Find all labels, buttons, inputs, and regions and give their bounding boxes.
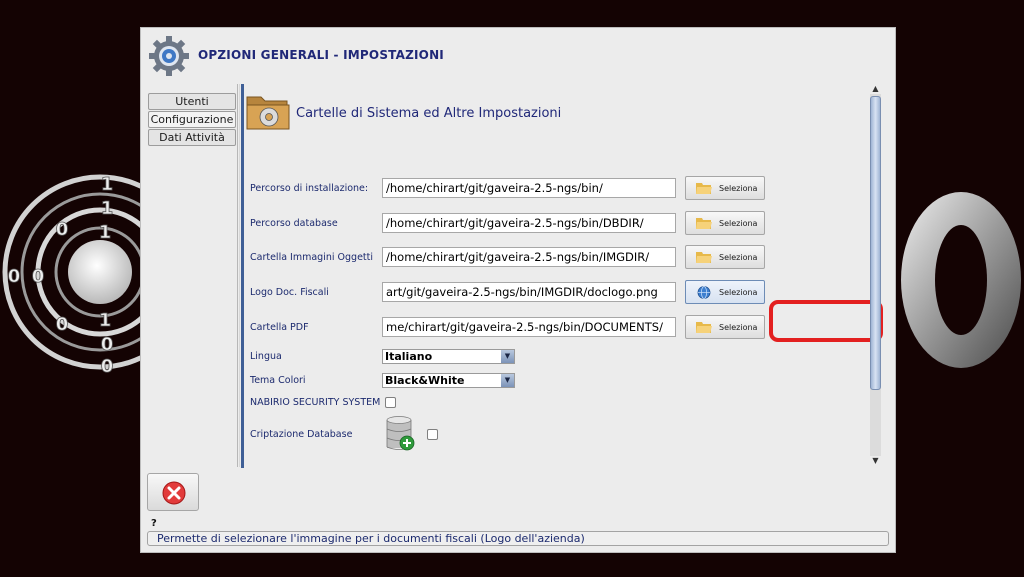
chevron-down-icon: ▼ — [501, 350, 514, 363]
side-tab-bar: Utenti Configurazione Dati Attività — [148, 93, 236, 147]
background-zero-logo — [901, 192, 1021, 368]
theme-label: Tema Colori — [250, 375, 306, 386]
background-digit: 0 — [56, 219, 69, 240]
divider — [237, 84, 238, 467]
select-button-label: Seleziona — [719, 253, 758, 262]
database-path-field[interactable]: /home/chirart/git/gaveira-2.5-ngs/bin/DB… — [382, 213, 676, 233]
options-window: OPZIONI GENERALI - IMPOSTAZIONI Utenti C… — [140, 27, 896, 553]
fiscal-logo-label: Logo Doc. Fiscali — [250, 287, 329, 298]
scroll-up-icon[interactable]: ▲ — [870, 84, 881, 94]
language-select[interactable]: Italiano ▼ — [382, 349, 515, 364]
background-digit: 1 — [99, 310, 112, 331]
folder-icon — [696, 218, 712, 229]
db-encryption-checkbox[interactable] — [427, 429, 438, 440]
images-folder-label: Cartella Immagini Oggetti — [250, 252, 374, 263]
panel-title: Cartelle di Sistema ed Altre Impostazion… — [296, 106, 562, 121]
theme-select[interactable]: Black&White ▼ — [382, 373, 515, 388]
select-images-folder-button[interactable]: Seleziona — [685, 245, 765, 269]
close-icon — [162, 481, 186, 505]
pdf-folder-field[interactable]: me/chirart/git/gaveira-2.5-ngs/bin/DOCUM… — [382, 317, 676, 337]
tab-configurazione[interactable]: Configurazione — [148, 111, 236, 128]
background-digit: 1 — [99, 222, 112, 243]
background-digit: 0 — [32, 266, 45, 287]
background-digit: 0 — [8, 266, 21, 287]
database-icon — [386, 416, 415, 451]
scroll-down-icon[interactable]: ▼ — [870, 456, 881, 466]
language-label: Lingua — [250, 351, 282, 362]
highlight-annotation — [769, 300, 883, 342]
window-header: OPZIONI GENERALI - IMPOSTAZIONI — [147, 34, 887, 82]
theme-value: Black&White — [385, 374, 465, 387]
background-digit: 0 — [101, 356, 114, 377]
select-button-label: Seleziona — [719, 288, 758, 297]
select-install-path-button[interactable]: Seleziona — [685, 176, 765, 200]
tab-utenti[interactable]: Utenti — [148, 93, 236, 110]
folder-icon — [696, 322, 712, 333]
security-system-label: NABIRIO SECURITY SYSTEM — [250, 397, 381, 408]
window-title: OPZIONI GENERALI - IMPOSTAZIONI — [198, 48, 444, 62]
database-path-label: Percorso database — [250, 218, 338, 229]
select-pdf-folder-button[interactable]: Seleziona — [685, 315, 765, 339]
images-folder-field[interactable]: /home/chirart/git/gaveira-2.5-ngs/bin/IM… — [382, 247, 676, 267]
language-value: Italiano — [385, 350, 433, 363]
background-binary-logo: 1 1 0 1 0 0 0 1 0 0 — [2, 174, 145, 377]
install-path-field[interactable]: /home/chirart/git/gaveira-2.5-ngs/bin/ — [382, 178, 676, 198]
settings-panel: Cartelle di Sistema ed Altre Impostazion… — [241, 84, 883, 468]
db-encryption-label: Criptazione Database — [250, 429, 353, 440]
select-button-label: Seleziona — [719, 323, 758, 332]
background-digit: 0 — [101, 334, 114, 355]
folder-gear-icon — [246, 96, 290, 130]
tab-dati-attivita[interactable]: Dati Attività — [148, 129, 236, 146]
pdf-folder-label: Cartella PDF — [250, 322, 309, 333]
scroll-thumb[interactable] — [870, 96, 881, 390]
folder-icon — [696, 252, 712, 263]
security-system-checkbox[interactable] — [385, 397, 396, 408]
select-button-label: Seleziona — [719, 184, 758, 193]
scrollbar[interactable]: ▲ ▼ — [870, 84, 881, 466]
select-fiscal-logo-button[interactable]: Seleziona — [685, 280, 765, 304]
gear-icon — [149, 36, 189, 76]
close-button[interactable] — [147, 473, 199, 511]
select-database-path-button[interactable]: Seleziona — [685, 211, 765, 235]
divider — [239, 84, 240, 467]
background-digit: 0 — [56, 314, 69, 335]
background-digit: 1 — [101, 174, 114, 195]
panel-accent-bar — [241, 84, 244, 468]
select-button-label: Seleziona — [719, 219, 758, 228]
globe-icon — [697, 286, 711, 299]
chevron-down-icon: ▼ — [501, 374, 514, 387]
install-path-label: Percorso di installazione: — [250, 183, 369, 194]
background-digit: 1 — [101, 198, 114, 219]
fiscal-logo-field[interactable]: art/git/gaveira-2.5-ngs/bin/IMGDIR/doclo… — [382, 282, 676, 302]
status-bar: Permette di selezionare l'immagine per i… — [147, 531, 889, 546]
help-mark: ? — [151, 518, 157, 529]
folder-icon — [696, 183, 712, 194]
